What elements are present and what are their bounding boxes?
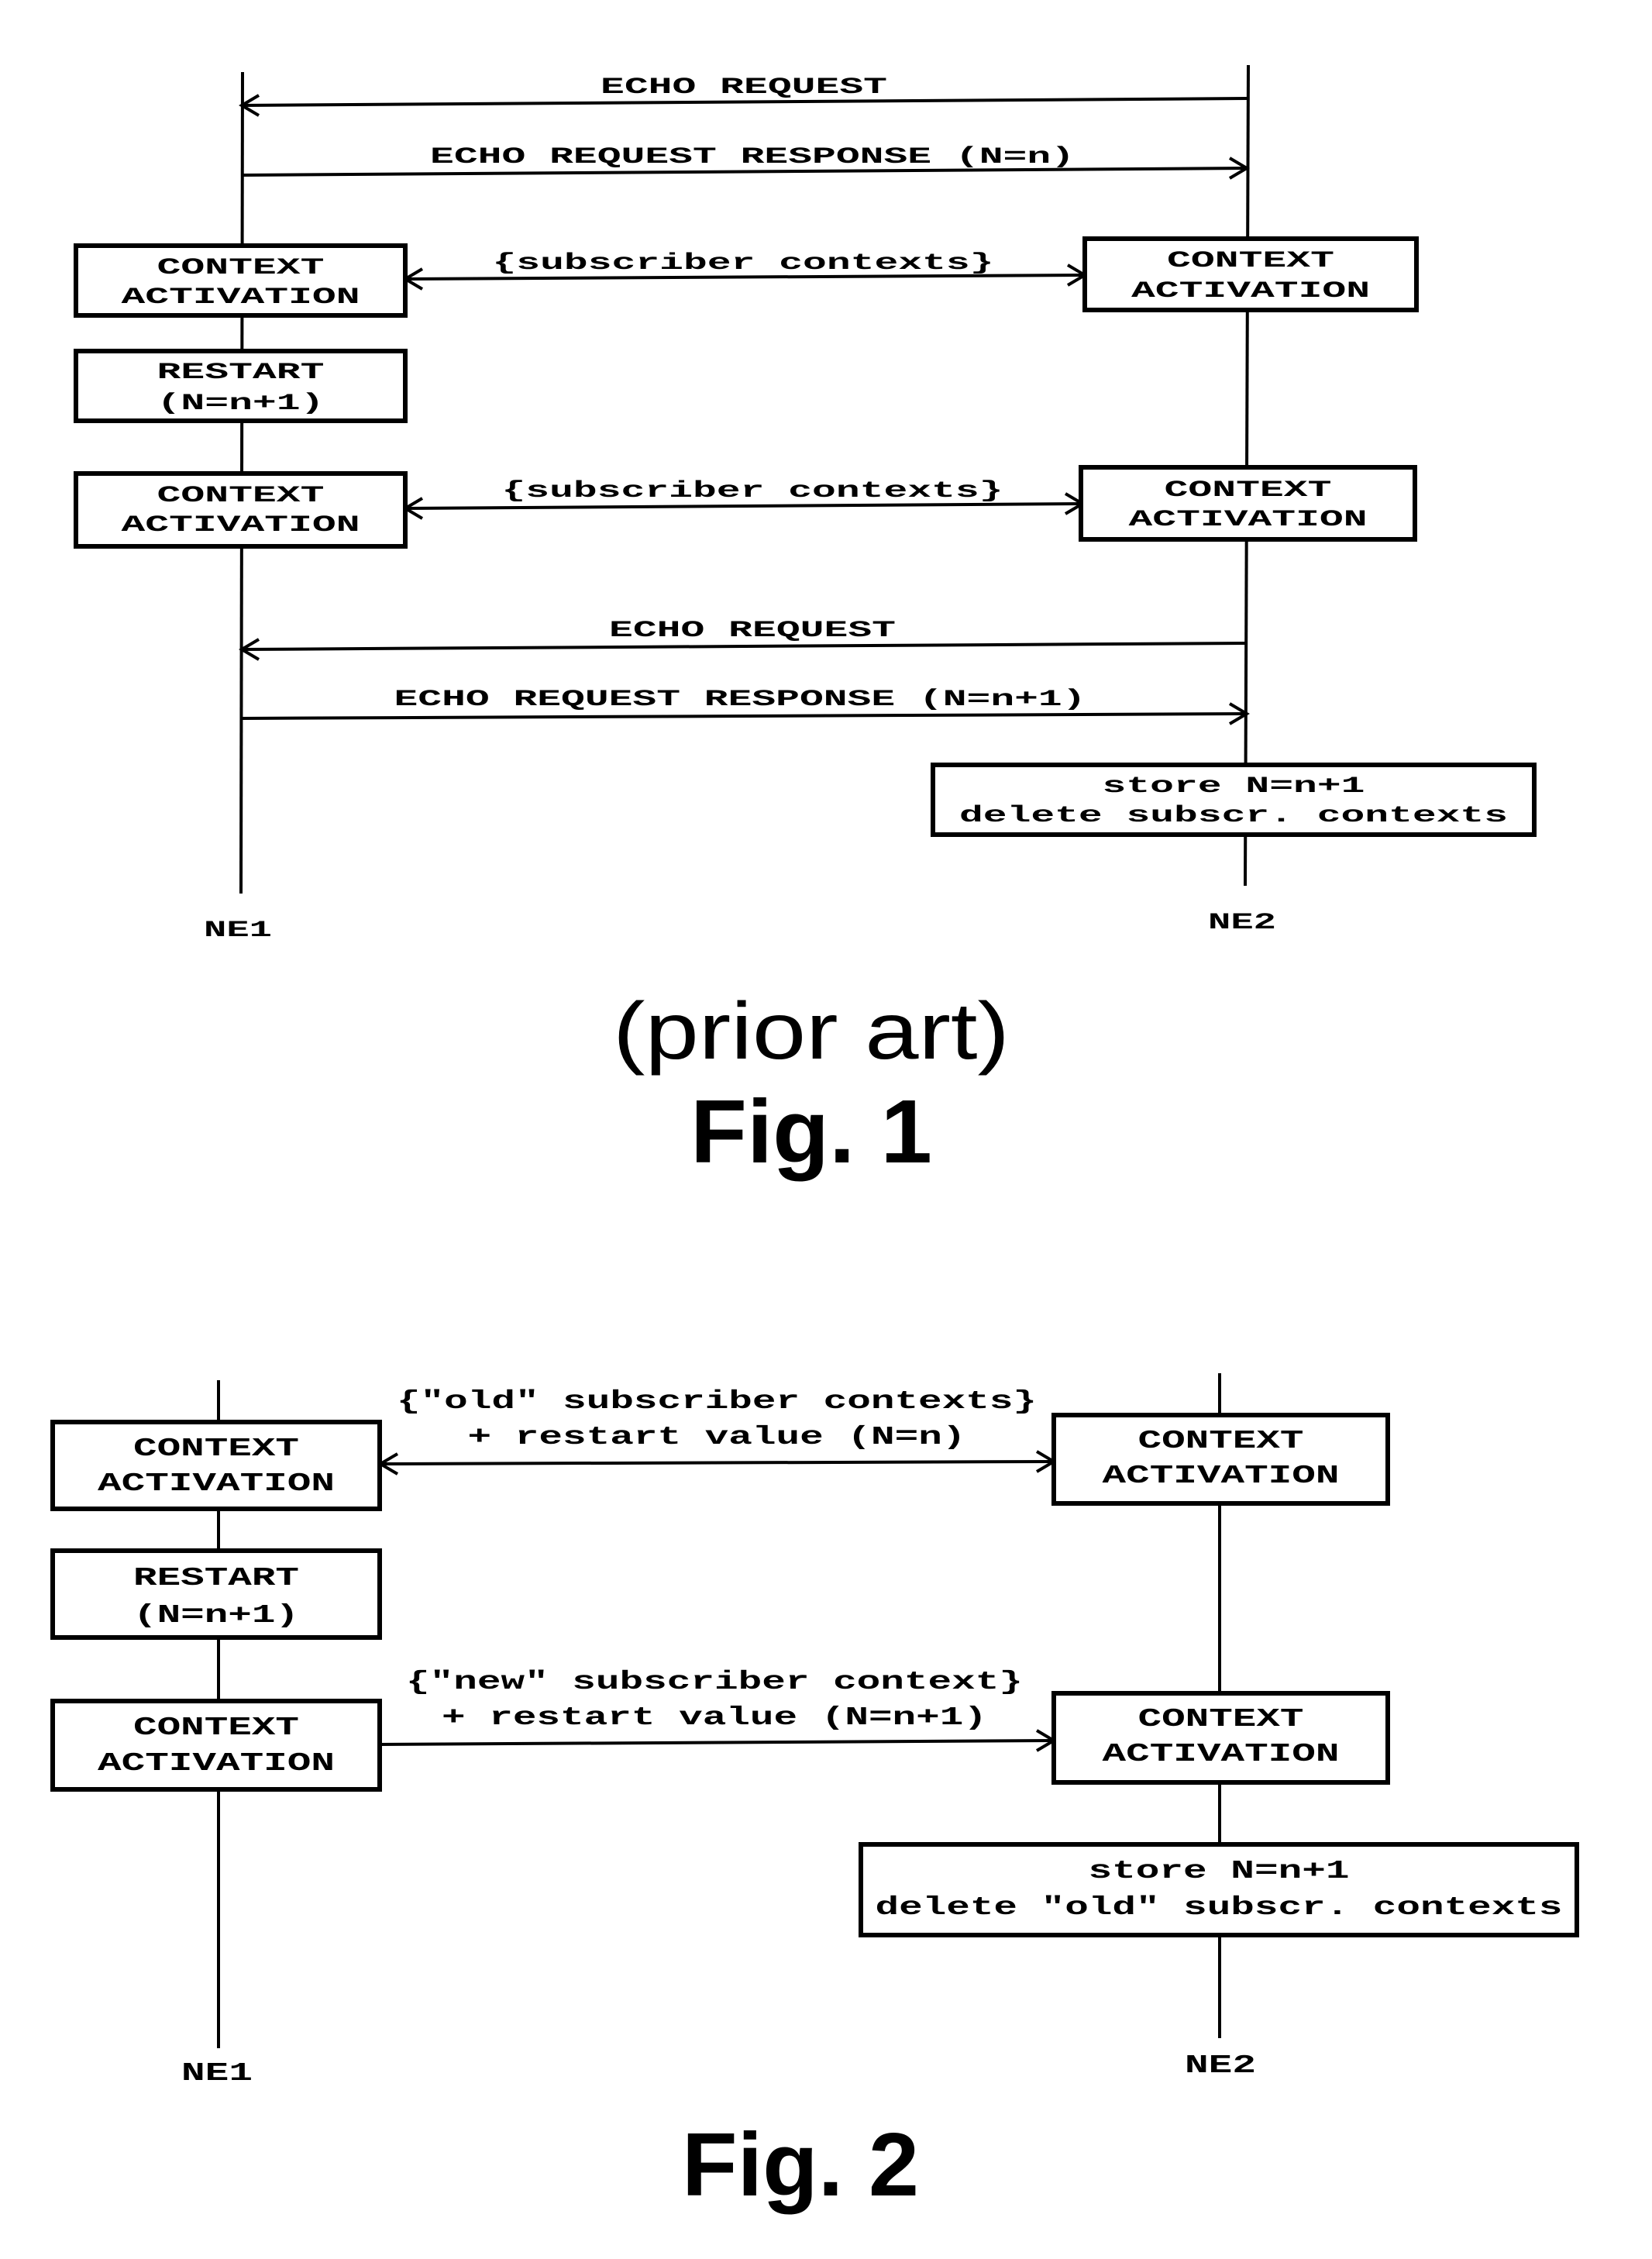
process-box: CONTEXT ACTIVATION	[50, 1420, 382, 1511]
message-label: {subscriber contexts}	[493, 250, 994, 277]
process-box-label: CONTEXT	[1167, 248, 1334, 274]
process-box: CONTEXT ACTIVATION	[1079, 465, 1417, 542]
process-box: CONTEXT ACTIVATION	[74, 471, 408, 549]
process-box: store N=n+1 delete subscr. contexts	[931, 763, 1537, 837]
process-box: RESTART (N=n+1)	[50, 1548, 382, 1640]
process-box-label: store N=n+1	[1089, 1857, 1350, 1885]
process-box-label: CONTEXT	[133, 1434, 299, 1463]
process-box: CONTEXT ACTIVATION	[50, 1699, 382, 1792]
process-box: CONTEXT ACTIVATION	[1082, 236, 1419, 312]
process-box: RESTART (N=n+1)	[74, 349, 408, 423]
process-box-label: ACTIVATION	[1103, 1740, 1340, 1768]
process-box-label: delete "old" subscr. contexts	[876, 1893, 1563, 1922]
message-label: + restart value (N=n)	[468, 1423, 966, 1451]
process-box-label: CONTEXT	[1138, 1705, 1304, 1734]
process-box-label: CONTEXT	[157, 255, 325, 281]
message-label: ECHO REQUEST RESPONSE (N=n+1)	[394, 687, 1086, 713]
ne1-label: NE1	[181, 2059, 253, 2088]
message-label: {"old" subscriber contexts}	[397, 1387, 1037, 1416]
process-box-label: RESTART	[157, 360, 325, 386]
process-box-label: (N=n+1)	[157, 391, 325, 417]
patent-drawing-sheet: ECHO REQUEST ECHO REQUEST RESPONSE (N=n) {…	[0, 0, 1652, 2259]
figure-2-caption: Fig. 2	[682, 2114, 919, 2215]
figure-1-caption: Fig. 1	[690, 1081, 932, 1182]
message-label: ECHO REQUEST	[601, 74, 887, 101]
prior-art-note: (prior art)	[613, 987, 1010, 1076]
ne1-label: NE1	[204, 918, 272, 944]
process-box-label: ACTIVATION	[98, 1749, 335, 1778]
process-box-label: delete subscr. contexts	[959, 803, 1508, 829]
process-box-label: ACTIVATION	[122, 284, 360, 311]
process-box-label: CONTEXT	[1138, 1427, 1304, 1455]
process-box-label: RESTART	[133, 1564, 299, 1593]
process-box-label: CONTEXT	[157, 483, 325, 509]
message-label: {"new" subscriber context}	[406, 1668, 1023, 1696]
message-label: ECHO REQUEST RESPONSE (N=n)	[430, 144, 1075, 170]
process-box-label: ACTIVATION	[122, 512, 360, 539]
message-label: ECHO REQUEST	[609, 618, 896, 644]
process-box-label: CONTEXT	[133, 1713, 299, 1742]
ne2-label: NE2	[1208, 910, 1276, 936]
process-box-label: ACTIVATION	[1131, 278, 1370, 305]
process-box: CONTEXT ACTIVATION	[1051, 1691, 1390, 1785]
process-box-label: CONTEXT	[1165, 477, 1332, 504]
ne2-label: NE2	[1185, 2051, 1256, 2080]
process-box-label: ACTIVATION	[1103, 1462, 1340, 1490]
message-label: {subscriber contexts}	[502, 478, 1003, 504]
process-box: store N=n+1 delete "old" subscr. contexts	[859, 1842, 1579, 1937]
process-box-label: ACTIVATION	[98, 1469, 335, 1498]
process-box: CONTEXT ACTIVATION	[74, 243, 408, 318]
process-box-label: (N=n+1)	[133, 1601, 299, 1630]
process-box-label: store N=n+1	[1103, 773, 1365, 800]
message-label: + restart value (N=n+1)	[442, 1703, 987, 1732]
process-box: CONTEXT ACTIVATION	[1051, 1413, 1390, 1506]
process-box-label: ACTIVATION	[1129, 507, 1368, 533]
